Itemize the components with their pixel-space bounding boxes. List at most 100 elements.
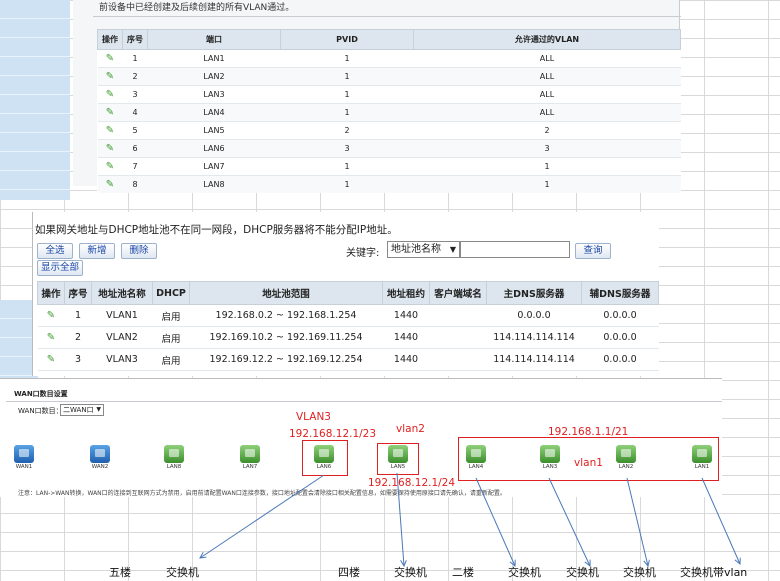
- cell-pvid: 2: [280, 121, 414, 140]
- chevron-down-icon: ▼: [449, 245, 456, 254]
- cell-pvid: 3: [280, 139, 414, 158]
- chevron-down-icon: ▼: [96, 406, 101, 413]
- keyword-select[interactable]: 地址池名称 ▼: [387, 241, 460, 258]
- dhcp-pool-table: 操作 序号 地址池名称 DHCP 地址池范围 地址租约 客户端域名 主DNS服务…: [37, 281, 659, 371]
- dhcp-panel: 如果网关地址与DHCP地址池不在同一网段，DHCP服务器将不能分配IP地址。 全…: [32, 212, 659, 376]
- cell-range: 192.169.12.2 ~ 192.169.12.254: [189, 348, 383, 371]
- cell-pvid: 1: [280, 103, 414, 122]
- col-port: 端口: [147, 29, 281, 50]
- ethernet-port-icon: [240, 445, 260, 463]
- vlan3-ip-label: 192.168.12.1/23: [289, 428, 377, 440]
- col-dhcp: DHCP: [152, 281, 190, 305]
- cell-no: 4: [122, 103, 148, 122]
- ethernet-port-icon: [90, 445, 110, 463]
- keyword-label: 关键字:: [346, 248, 380, 259]
- floor4-label: 四楼: [338, 566, 360, 579]
- edit-icon[interactable]: ✎: [97, 175, 123, 193]
- dhcp-warning: 如果网关地址与DHCP地址池不在同一网段，DHCP服务器将不能分配IP地址。: [35, 224, 398, 236]
- col-allowed-vlan: 允许通过的VLAN: [413, 29, 681, 50]
- edit-icon[interactable]: ✎: [37, 304, 65, 327]
- ethernet-port-icon: [14, 445, 34, 463]
- floor2-label: 二楼: [452, 566, 474, 579]
- cell-pvid: 1: [280, 85, 414, 104]
- vlan3-highlight-box: [302, 440, 348, 476]
- edit-icon[interactable]: ✎: [97, 103, 123, 122]
- cell-no: 2: [122, 67, 148, 86]
- search-input[interactable]: [460, 241, 570, 258]
- port-lan7[interactable]: LAN7: [238, 445, 262, 473]
- show-all-button[interactable]: 显示全部: [37, 260, 83, 276]
- cell-allowed-vlan: 2: [413, 121, 681, 140]
- table-row: ✎ 1 VLAN1 启用 192.168.0.2 ~ 192.168.1.254 1440…: [37, 304, 659, 327]
- wan-count-value: 二WAN口: [63, 406, 94, 414]
- switch-label: 交换机: [166, 566, 199, 579]
- table-row: ✎ 5 LAN5 2 2: [97, 121, 681, 140]
- cell-no: 5: [122, 121, 148, 140]
- vlan2-label: vlan2: [396, 423, 425, 435]
- edit-icon[interactable]: ✎: [37, 326, 65, 349]
- cell-port: LAN7: [147, 157, 281, 176]
- col-no: 序号: [122, 29, 148, 50]
- col-lease: 地址租约: [382, 281, 430, 305]
- add-button[interactable]: 新增: [79, 243, 115, 259]
- table-row: ✎ 2 LAN2 1 ALL: [97, 67, 681, 86]
- wan-panel-title: WAN口数目设置: [14, 390, 68, 398]
- cell-no: 6: [122, 139, 148, 158]
- cell-allowed-vlan: ALL: [413, 85, 681, 104]
- cell-no: 8: [122, 175, 148, 193]
- cell-allowed-vlan: ALL: [413, 49, 681, 68]
- port-label: WAN1: [15, 464, 33, 470]
- cell-no: 7: [122, 157, 148, 176]
- delete-button[interactable]: 删除: [121, 243, 157, 259]
- table-row: ✎ 1 LAN1 1 ALL: [97, 49, 681, 68]
- cell-pvid: 1: [280, 157, 414, 176]
- edit-icon[interactable]: ✎: [97, 85, 123, 104]
- divider: [6, 401, 722, 402]
- cell-range: 192.169.10.2 ~ 192.169.11.254: [189, 326, 383, 349]
- cell-port: LAN2: [147, 67, 281, 86]
- row-header-strip: [0, 0, 70, 200]
- table-row: ✎ 6 LAN6 3 3: [97, 139, 681, 158]
- edit-icon[interactable]: ✎: [97, 157, 123, 176]
- cell-pvid: 1: [280, 67, 414, 86]
- col-no: 序号: [64, 281, 92, 305]
- edit-icon[interactable]: ✎: [97, 67, 123, 86]
- table-row: ✎ 2 VLAN2 启用 192.169.10.2 ~ 192.169.11.254 14…: [37, 326, 659, 349]
- vlan-port-panel: 前设备中已经创建及后续创建的所有VLAN通过。 操作 序号 端口 PVID 允许…: [73, 0, 681, 193]
- table-row: ✎ 4 LAN4 1 ALL: [97, 103, 681, 122]
- cell-domain: [429, 326, 487, 349]
- switch-label: 交换机: [394, 566, 427, 579]
- cell-pool-name: VLAN1: [91, 304, 153, 327]
- cell-dns1: 114.114.114.114: [486, 348, 582, 371]
- cell-dns1: 0.0.0.0: [486, 304, 582, 327]
- cell-lease: 1440: [382, 304, 430, 327]
- col-range: 地址池范围: [189, 281, 383, 305]
- cell-pool-name: VLAN2: [91, 326, 153, 349]
- col-dns1: 主DNS服务器: [486, 281, 582, 305]
- cell-pvid: 1: [280, 175, 414, 193]
- edit-icon[interactable]: ✎: [97, 139, 123, 158]
- wan-count-select[interactable]: 二WAN口 ▼: [60, 404, 104, 416]
- table-row: ✎ 3 VLAN3 启用 192.169.12.2 ~ 192.169.12.254 14…: [37, 348, 659, 371]
- port-wan1[interactable]: WAN1: [12, 445, 36, 473]
- select-all-button[interactable]: 全选: [37, 243, 73, 259]
- cell-dns1: 114.114.114.114: [486, 326, 582, 349]
- cell-no: 2: [64, 326, 92, 349]
- cell-allowed-vlan: 3: [413, 139, 681, 158]
- port-wan2[interactable]: WAN2: [88, 445, 112, 473]
- cell-port: LAN8: [147, 175, 281, 193]
- cell-port: LAN1: [147, 49, 281, 68]
- cell-no: 1: [64, 304, 92, 327]
- vlan1-label: vlan1: [574, 457, 603, 469]
- vlan3-label: VLAN3: [296, 411, 331, 423]
- cell-dns2: 0.0.0.0: [581, 348, 659, 371]
- search-button[interactable]: 查询: [575, 243, 611, 259]
- edit-icon[interactable]: ✎: [37, 348, 65, 371]
- edit-icon[interactable]: ✎: [97, 121, 123, 140]
- cell-port: LAN6: [147, 139, 281, 158]
- port-lan8[interactable]: LAN8: [162, 445, 186, 473]
- cell-range: 192.168.0.2 ~ 192.168.1.254: [189, 304, 383, 327]
- cell-pool-name: VLAN3: [91, 348, 153, 371]
- port-label: LAN7: [242, 464, 258, 470]
- edit-icon[interactable]: ✎: [97, 49, 123, 68]
